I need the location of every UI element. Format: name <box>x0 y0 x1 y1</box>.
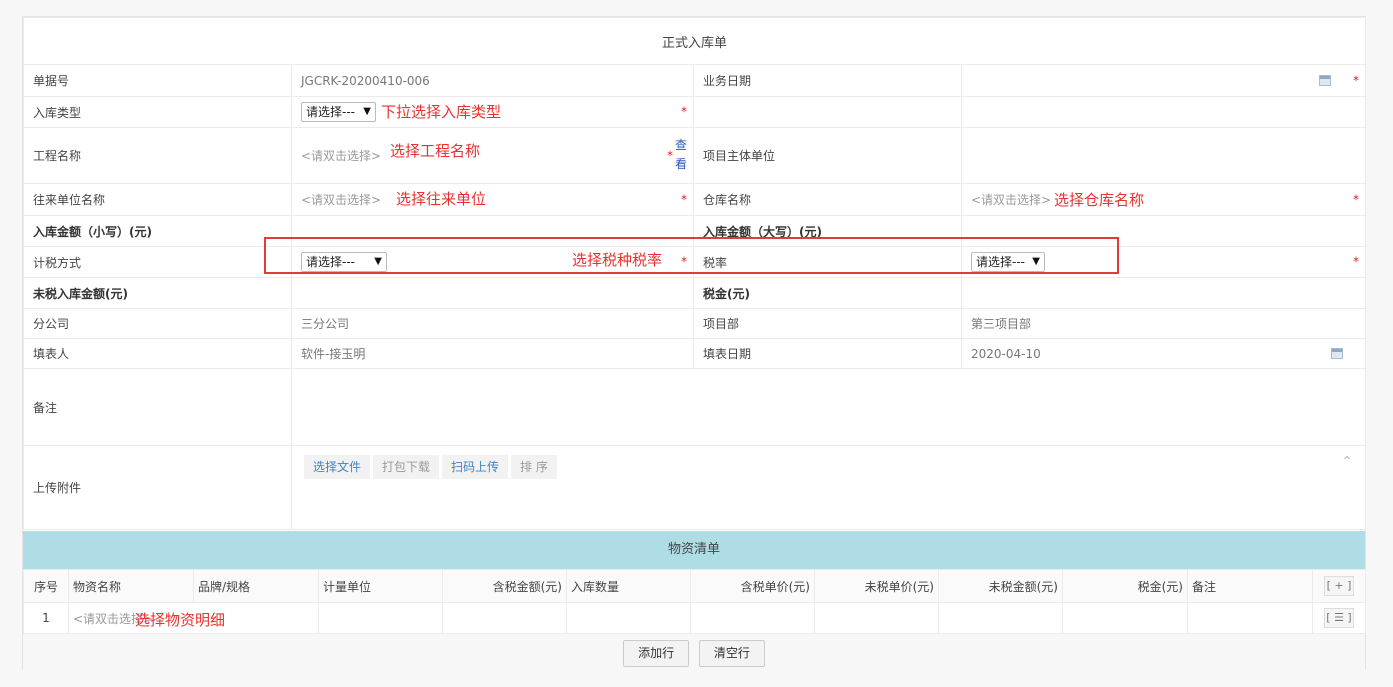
annotation-project: 选择工程名称 <box>390 142 481 160</box>
tax-value <box>960 277 1367 309</box>
clear-rows-button[interactable]: 清空行 <box>698 640 765 667</box>
remark-label: 备注 <box>23 368 292 446</box>
fill-date-label: 填表日期 <box>693 338 962 369</box>
required-mark: * <box>681 104 687 119</box>
material-name-field[interactable]: <请双击选择> 选择物资明细 <box>68 602 319 634</box>
table-row: 1 <请双击选择> 选择物资明细 [ ☰ ] <box>23 602 1366 634</box>
row-no: 1 <box>23 602 69 634</box>
select-file-button[interactable]: 选择文件 <box>304 455 371 479</box>
remark-input[interactable] <box>290 368 1367 446</box>
dept-label: 项目部 <box>693 308 962 339</box>
doc-no-label: 单据号 <box>23 64 292 97</box>
tax-method-label: 计税方式 <box>23 246 292 278</box>
row-menu-cell: [ ☰ ] <box>1312 602 1366 634</box>
required-mark: * <box>1353 72 1360 87</box>
filler-label: 填表人 <box>23 338 292 369</box>
sort-button[interactable]: 排 序 <box>511 455 557 479</box>
untaxed-label: 未税入库金额(元) <box>23 277 292 309</box>
untaxed-value <box>291 277 694 309</box>
col-taxed-price: 含税单价(元) <box>690 569 815 603</box>
highlight-box <box>264 237 1119 274</box>
calendar-icon[interactable] <box>1319 75 1332 86</box>
required-mark: * <box>1353 254 1360 269</box>
doc-no-value: JGCRK-20200410-006 <box>291 64 694 97</box>
tax-label: 税金(元) <box>693 277 962 309</box>
col-qty: 入库数量 <box>566 569 691 603</box>
warehouse-field[interactable]: <请双击选择> 选择仓库名称 * <box>960 183 1367 216</box>
branch-value: 三分公司 <box>291 308 694 339</box>
col-unit: 计量单位 <box>318 569 443 603</box>
col-untaxed-price: 未税单价(元) <box>814 569 939 603</box>
annotation-partner: 选择往来单位 <box>396 190 487 208</box>
col-taxed-amount: 含税金额(元) <box>442 569 567 603</box>
in-type-select-value: 请选择--- <box>306 105 355 119</box>
add-column-cell: [ + ] <box>1312 569 1366 603</box>
partner-label: 往来单位名称 <box>23 183 292 216</box>
materials-title: 物资清单 <box>23 531 1365 569</box>
menu-icon[interactable]: [ ☰ ] <box>1324 608 1354 628</box>
warehouse-placeholder: <请双击选择> <box>971 193 1052 207</box>
project-field[interactable]: <请双击选择> 选择工程名称 * 查看 <box>291 127 694 184</box>
annotation-material: 选择物资明细 <box>135 611 226 629</box>
required-mark: * <box>667 147 673 162</box>
col-untaxed-amount: 未税金额(元) <box>938 569 1063 603</box>
partner-field[interactable]: <请双击选择> 选择往来单位 * <box>291 183 694 216</box>
project-label: 工程名称 <box>23 127 292 184</box>
materials-header-row: 序号 物资名称 品牌/规格 计量单位 含税金额(元) 入库数量 含税单价(元) … <box>23 569 1366 603</box>
form-title: 正式入库单 <box>22 17 1367 65</box>
upload-area: 选择文件 打包下载 扫码上传排 序 ⌃ <box>290 445 1367 530</box>
dropdown-arrow-icon: ▼ <box>363 106 371 117</box>
materials-table: 序号 物资名称 品牌/规格 计量单位 含税金额(元) 入库数量 含税单价(元) … <box>23 569 1366 634</box>
branch-label: 分公司 <box>23 308 292 339</box>
view-project-link[interactable]: 查看 <box>675 136 687 174</box>
biz-date-label: 业务日期 <box>693 64 962 97</box>
col-name: 物资名称 <box>68 569 194 603</box>
owner-label: 项目主体单位 <box>693 127 962 184</box>
calendar-icon[interactable] <box>1331 348 1344 359</box>
warehouse-label: 仓库名称 <box>693 183 962 216</box>
fill-date-field[interactable]: 2020-04-10 <box>960 338 1367 369</box>
required-mark: * <box>1353 191 1360 206</box>
add-row-button[interactable]: 添加行 <box>623 640 690 667</box>
filler-value: 软件-接玉明 <box>291 338 694 369</box>
fill-date-value: 2020-04-10 <box>971 346 1041 361</box>
collapse-icon[interactable]: ⌃ <box>1341 454 1353 470</box>
inbound-form-container: 正式入库单 单据号 JGCRK-20200410-006 业务日期 * 入库类型… <box>22 16 1367 670</box>
in-type-cell: 请选择--- ▼ 下拉选择入库类型 * <box>291 96 694 128</box>
annotation-in-type: 下拉选择入库类型 <box>381 103 502 121</box>
dept-value: 第三项目部 <box>960 308 1367 339</box>
col-tax: 税金(元) <box>1062 569 1188 603</box>
col-remark: 备注 <box>1187 569 1313 603</box>
required-mark: * <box>681 191 687 206</box>
amount-small-label: 入库金额（小写）(元) <box>23 215 292 247</box>
pack-download-button[interactable]: 打包下载 <box>373 455 440 479</box>
in-type-select[interactable]: 请选择--- ▼ <box>301 102 376 122</box>
partner-placeholder: <请双击选择> <box>301 193 382 207</box>
col-brand: 品牌/规格 <box>193 569 319 603</box>
scan-upload-button[interactable]: 扫码上传 <box>442 455 509 479</box>
biz-date-field[interactable]: * <box>960 64 1367 97</box>
upload-label: 上传附件 <box>23 445 292 530</box>
col-no: 序号 <box>23 569 69 603</box>
in-type-label: 入库类型 <box>23 96 292 128</box>
add-row-icon[interactable]: [ + ] <box>1324 576 1354 596</box>
footer-bar: 添加行 清空行 <box>23 633 1365 670</box>
project-placeholder: <请双击选择> <box>301 149 382 163</box>
annotation-warehouse: 选择仓库名称 <box>1054 191 1145 209</box>
